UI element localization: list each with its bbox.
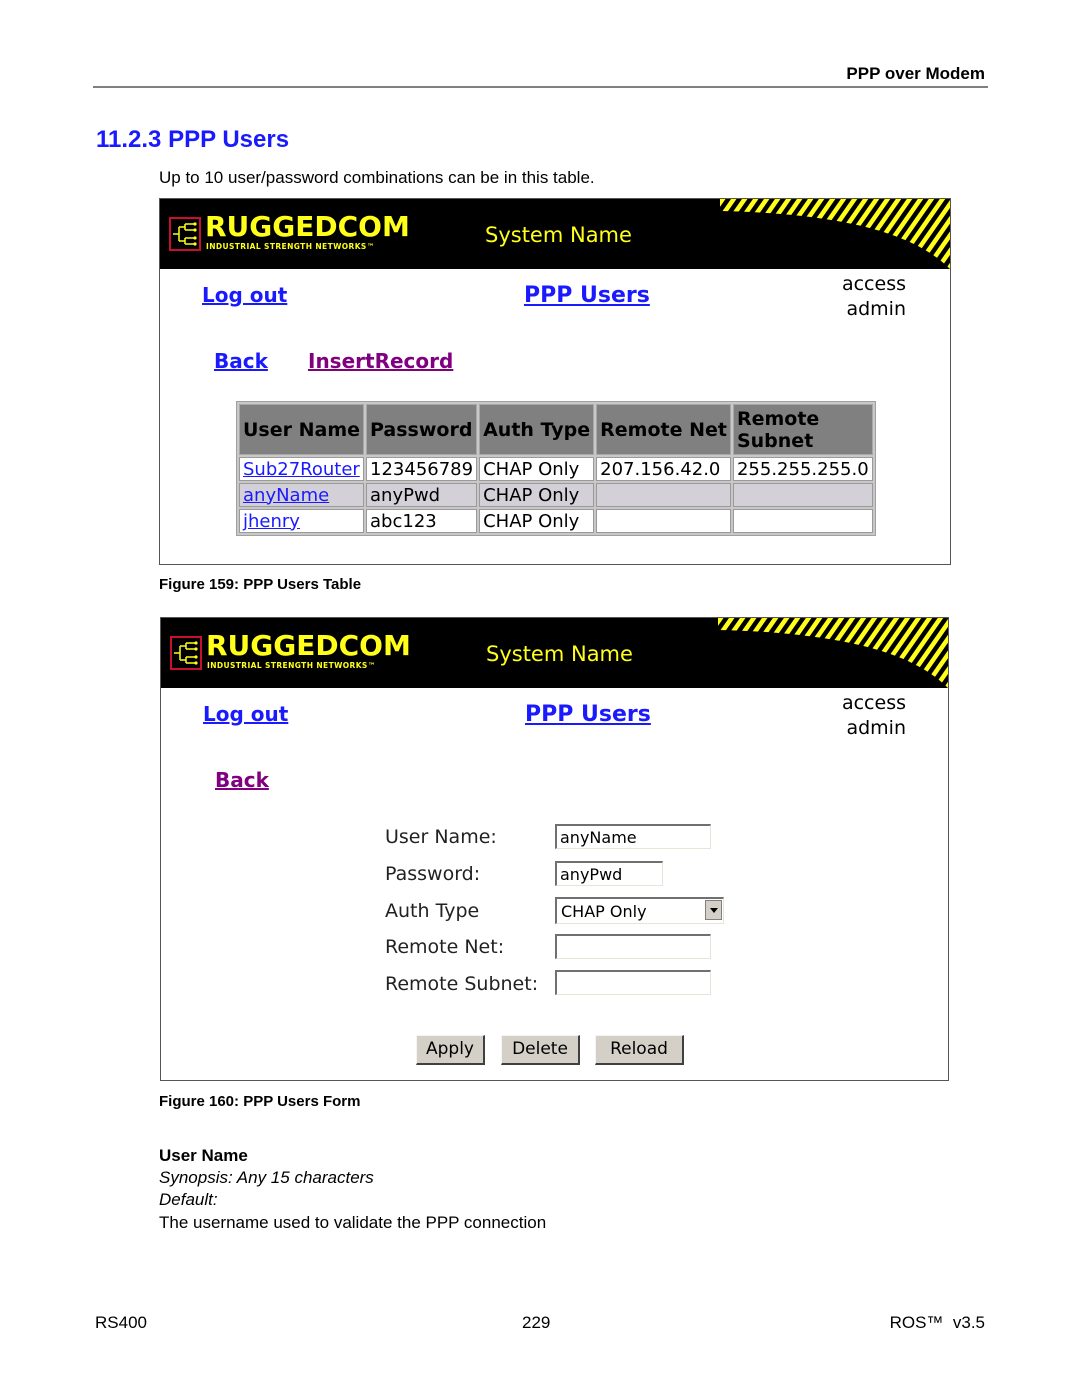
brand-tagline: INDUSTRIAL STRENGTH NETWORKS™ bbox=[207, 661, 376, 670]
logout-link[interactable]: Log out bbox=[203, 702, 288, 726]
brand-logo: RUGGEDCOM bbox=[205, 210, 410, 243]
column-header: Password bbox=[366, 404, 478, 455]
remote-net-cell: 207.156.42.0 bbox=[596, 457, 731, 481]
table-row: Sub27Router 123456789 CHAP Only 207.156.… bbox=[239, 457, 873, 481]
ppp-users-table: User Name Password Auth Type Remote Net … bbox=[236, 401, 876, 536]
auth-type-value: CHAP Only bbox=[561, 902, 647, 921]
remote-net-cell bbox=[596, 509, 731, 533]
remote-net-input[interactable] bbox=[555, 934, 711, 959]
user-name-link[interactable]: anyName bbox=[239, 483, 365, 507]
hazard-stripes-decoration bbox=[718, 618, 948, 688]
access-value: admin bbox=[846, 717, 906, 739]
reload-button[interactable]: Reload bbox=[595, 1035, 684, 1065]
remote-net-cell bbox=[596, 483, 731, 507]
footer-page-number: 229 bbox=[522, 1313, 551, 1332]
network-tree-icon bbox=[169, 217, 201, 251]
access-level: access admin bbox=[842, 272, 906, 322]
header-divider bbox=[93, 86, 988, 88]
ruggedcom-banner: RUGGEDCOM INDUSTRIAL STRENGTH NETWORKS™ … bbox=[161, 618, 948, 688]
footer-product: RS400 bbox=[95, 1313, 147, 1332]
remote-subnet-cell bbox=[732, 483, 873, 507]
password-cell: abc123 bbox=[366, 509, 478, 533]
apply-button[interactable]: Apply bbox=[416, 1035, 485, 1065]
table-row: jhenry abc123 CHAP Only bbox=[239, 509, 873, 533]
access-label: access bbox=[841, 273, 906, 295]
parameter-synopsis: Synopsis: Any 15 characters bbox=[159, 1168, 374, 1187]
brand-logo: RUGGEDCOM bbox=[206, 629, 411, 662]
auth-type-select[interactable]: CHAP Only bbox=[555, 897, 724, 924]
logout-link[interactable]: Log out bbox=[202, 283, 287, 307]
access-label: access bbox=[841, 692, 906, 714]
auth-type-cell: CHAP Only bbox=[479, 509, 595, 533]
remote-net-label: Remote Net: bbox=[385, 936, 505, 958]
parameter-default: Default: bbox=[159, 1190, 218, 1209]
back-link[interactable]: Back bbox=[215, 768, 269, 792]
password-input[interactable]: anyPwd bbox=[555, 861, 663, 886]
back-link[interactable]: Back bbox=[214, 349, 268, 373]
auth-type-label: Auth Type bbox=[385, 900, 480, 922]
table-header-row: User Name Password Auth Type Remote Net … bbox=[239, 404, 873, 455]
footer-version: ROS™ v3.5 bbox=[889, 1313, 985, 1332]
password-cell: anyPwd bbox=[366, 483, 478, 507]
access-level: access admin bbox=[842, 691, 906, 741]
figure-caption: Figure 160: PPP Users Form bbox=[159, 1093, 361, 1110]
intro-paragraph: Up to 10 user/password combinations can … bbox=[159, 168, 595, 187]
user-name-link[interactable]: jhenry bbox=[239, 509, 365, 533]
remote-subnet-input[interactable] bbox=[555, 970, 711, 995]
column-header: Remote Net bbox=[596, 404, 731, 455]
ppp-users-form-screenshot: RUGGEDCOM INDUSTRIAL STRENGTH NETWORKS™ … bbox=[160, 617, 949, 1081]
dropdown-arrow-icon[interactable] bbox=[705, 900, 722, 920]
brand-tagline: INDUSTRIAL STRENGTH NETWORKS™ bbox=[206, 242, 375, 251]
ppp-users-table-screenshot: RUGGEDCOM INDUSTRIAL STRENGTH NETWORKS™ … bbox=[159, 198, 951, 565]
section-title: 11.2.3 PPP Users bbox=[96, 126, 290, 153]
hazard-stripes-decoration bbox=[720, 199, 950, 269]
user-name-link[interactable]: Sub27Router bbox=[239, 457, 365, 481]
running-header: PPP over Modem bbox=[846, 64, 985, 83]
remote-subnet-cell: 255.255.255.0 bbox=[732, 457, 873, 481]
ppp-users-title-link[interactable]: PPP Users bbox=[524, 283, 650, 308]
network-tree-icon bbox=[170, 636, 202, 670]
figure-caption: Figure 159: PPP Users Table bbox=[159, 576, 362, 593]
delete-button[interactable]: Delete bbox=[501, 1035, 580, 1065]
ppp-users-title-link[interactable]: PPP Users bbox=[525, 702, 651, 727]
parameter-name: User Name bbox=[159, 1146, 248, 1165]
remote-subnet-label: Remote Subnet: bbox=[385, 973, 539, 995]
column-header: User Name bbox=[239, 404, 365, 455]
auth-type-cell: CHAP Only bbox=[479, 457, 595, 481]
user-name-input[interactable]: anyName bbox=[555, 824, 711, 849]
column-header: Auth Type bbox=[479, 404, 595, 455]
system-name: System Name bbox=[485, 223, 632, 247]
ruggedcom-banner: RUGGEDCOM INDUSTRIAL STRENGTH NETWORKS™ … bbox=[160, 199, 950, 269]
remote-subnet-cell bbox=[732, 509, 873, 533]
insert-record-link[interactable]: InsertRecord bbox=[308, 349, 453, 373]
user-name-label: User Name: bbox=[385, 826, 497, 848]
parameter-description: The username used to validate the PPP co… bbox=[159, 1213, 547, 1232]
auth-type-cell: CHAP Only bbox=[479, 483, 595, 507]
table-row: anyName anyPwd CHAP Only bbox=[239, 483, 873, 507]
system-name: System Name bbox=[486, 642, 633, 666]
password-cell: 123456789 bbox=[366, 457, 478, 481]
password-label: Password: bbox=[385, 863, 481, 885]
access-value: admin bbox=[846, 298, 906, 320]
column-header: Remote Subnet bbox=[732, 404, 873, 455]
